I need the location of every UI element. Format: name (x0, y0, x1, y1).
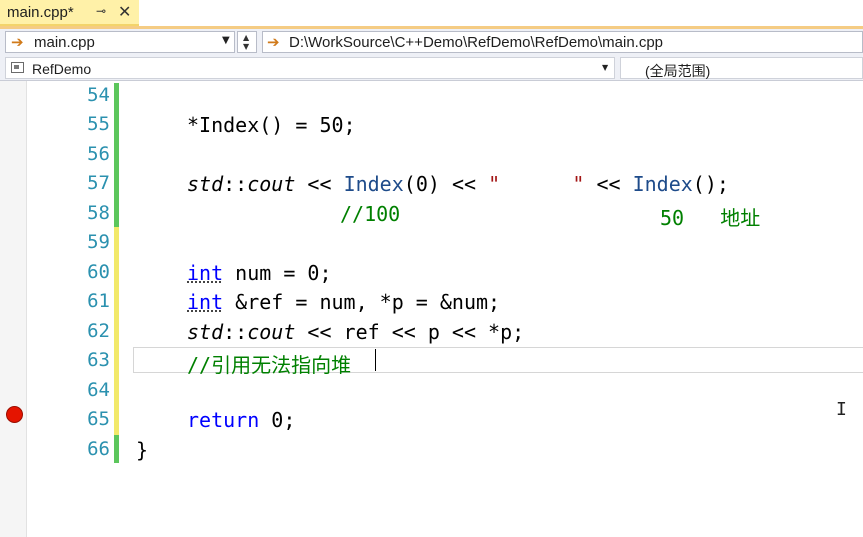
line-number: 56 (87, 143, 110, 165)
project-dropdown-label: RefDemo (32, 61, 92, 77)
breakpoint-icon[interactable] (6, 406, 23, 423)
file-spin-button[interactable]: ▲ ▼ (237, 31, 257, 53)
tab-title: main.cpp* (7, 4, 74, 21)
line-number: 61 (87, 290, 110, 312)
code-editor[interactable]: 54 55 56 57 58 59 60 61 62 63 64 65 66 *… (0, 81, 863, 537)
line-number: 62 (87, 320, 110, 342)
code-line-66[interactable]: } (136, 438, 148, 462)
path-dropdown[interactable]: ➔ D:\WorkSource\C++Demo\RefDemo\RefDemo\… (262, 31, 863, 53)
arrow-right-icon: ➔ (11, 33, 24, 51)
pin-icon[interactable]: ⊸ (96, 4, 106, 18)
line-number: 60 (87, 261, 110, 283)
code-line-61[interactable]: int &ref = num, *p = &num; (187, 290, 500, 314)
spin-down-icon: ▼ (243, 42, 250, 51)
line-number: 63 (87, 349, 110, 371)
chevron-down-icon: ▼ (602, 63, 609, 72)
line-number: 55 (87, 113, 110, 135)
line-number: 58 (87, 202, 110, 224)
code-line-63[interactable]: //引用无法指向堆 (187, 349, 351, 378)
text-cursor (375, 349, 376, 371)
spin-up-icon: ▲ (243, 33, 250, 42)
project-icon (11, 62, 24, 73)
code-line-65[interactable]: return 0; (187, 408, 295, 432)
code-line-60[interactable]: int num = 0; (187, 261, 332, 285)
file-dropdown-label: main.cpp (34, 34, 95, 51)
arrow-right-icon: ➔ (267, 33, 280, 51)
project-dropdown[interactable]: RefDemo ▼ (5, 57, 615, 79)
scope-dropdown[interactable]: (全局范围) (620, 57, 863, 79)
close-icon[interactable]: ✕ (118, 2, 131, 21)
code-line-55[interactable]: *Index() = 50; (187, 113, 356, 137)
line-number: 54 (87, 84, 110, 106)
tab-main-cpp[interactable]: main.cpp* ⊸ ✕ (0, 0, 139, 26)
line-number: 65 (87, 408, 110, 430)
saved-change-bar (114, 83, 119, 227)
path-dropdown-label: D:\WorkSource\C++Demo\RefDemo\RefDemo\ma… (289, 34, 664, 51)
ibeam-cursor-icon: I (836, 399, 847, 420)
document-tab-strip: main.cpp* ⊸ ✕ (0, 0, 863, 26)
file-dropdown[interactable]: ➔ main.cpp ▼ (5, 31, 235, 53)
code-line-57[interactable]: std::cout << Index(0) << " " << Index(); (187, 172, 729, 196)
line-number: 66 (87, 438, 110, 460)
glyph-margin[interactable] (0, 81, 27, 537)
scope-dropdown-label: (全局范围) (645, 63, 711, 79)
line-number: 57 (87, 172, 110, 194)
line-number: 59 (87, 231, 110, 253)
code-line-58-note[interactable]: 50 地址 (660, 202, 760, 231)
line-number: 64 (87, 379, 110, 401)
saved-change-bar (114, 435, 119, 463)
code-line-62[interactable]: std::cout << ref << p << *p; (187, 320, 524, 344)
unsaved-change-bar (114, 227, 119, 435)
code-line-58-comment[interactable]: //100 (340, 202, 400, 226)
chevron-down-icon: ▼ (222, 35, 230, 46)
scope-bar: RefDemo ▼ (全局范围) (0, 56, 863, 81)
navigation-bar: ➔ main.cpp ▼ ▲ ▼ ➔ D:\WorkSource\C++Demo… (0, 29, 863, 56)
